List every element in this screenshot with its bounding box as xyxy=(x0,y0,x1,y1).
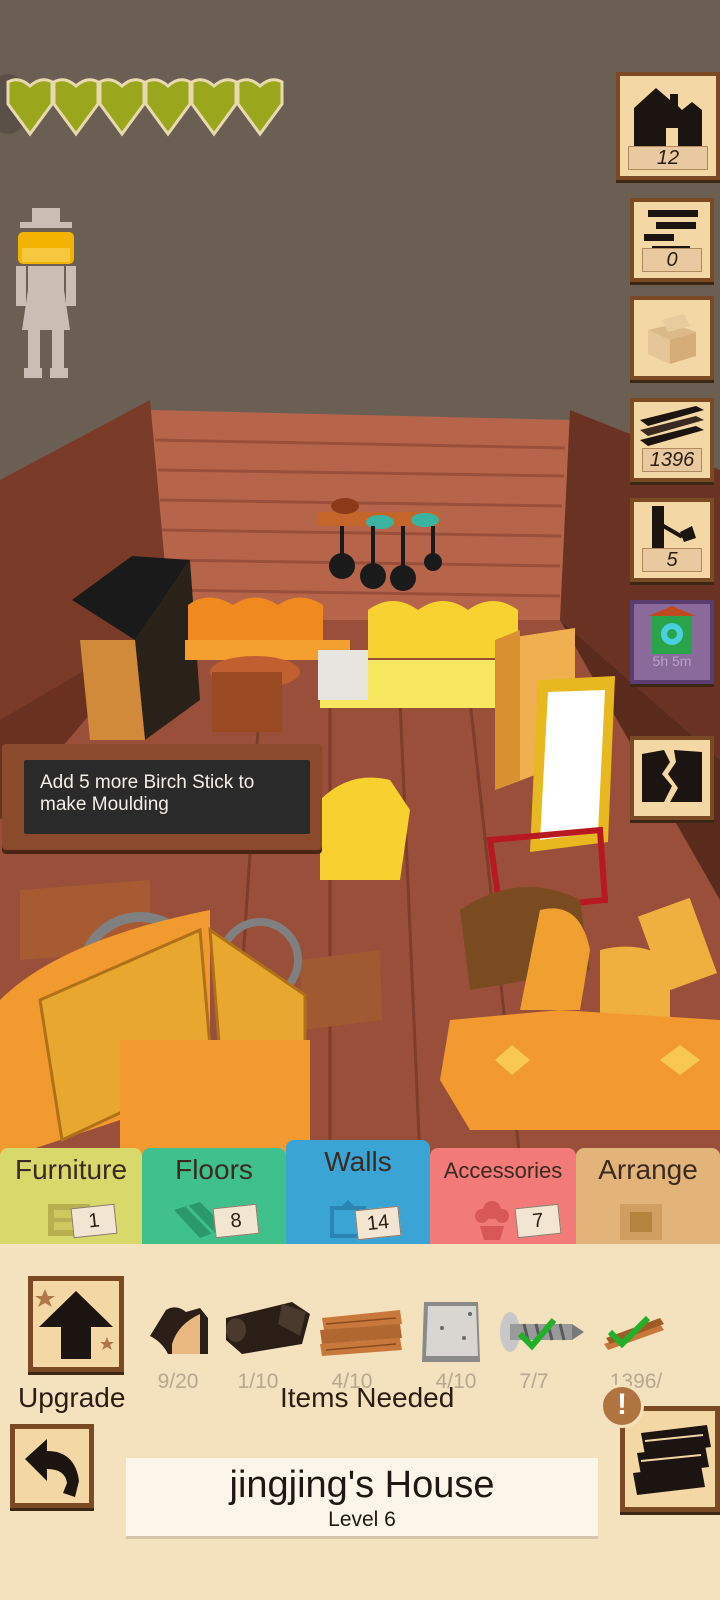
upgrade-button[interactable] xyxy=(28,1276,124,1372)
flower-pot-icon xyxy=(475,1201,509,1240)
tab-accessories[interactable]: Accessories 7 xyxy=(430,1148,576,1248)
tab-walls-label: Walls xyxy=(324,1146,392,1177)
heart-icon xyxy=(98,78,146,137)
map-button[interactable] xyxy=(630,736,714,820)
requirement-amount: 9/20 xyxy=(157,1370,199,1393)
tab-arrange-label: Arrange xyxy=(598,1154,698,1185)
house-banner: jingjing's House Level 6 xyxy=(126,1458,598,1536)
house-icon xyxy=(634,88,702,146)
axe-count: 5 xyxy=(642,548,702,572)
sticks-count: 0 xyxy=(642,248,702,272)
house-count: 12 xyxy=(628,146,708,170)
category-tabs: Furniture 1 Floors 8 Walls 14 Accessorie… xyxy=(0,1140,720,1250)
upgrade-label: Upgrade xyxy=(18,1382,126,1413)
heart-icon xyxy=(52,78,100,137)
heart-icon xyxy=(190,78,238,137)
tab-furniture-count: 1 xyxy=(70,1203,118,1239)
requirement-moulding: 9/20 xyxy=(142,1284,214,1404)
tab-floors[interactable]: Floors 8 xyxy=(142,1148,286,1248)
house-name: jingjing's House xyxy=(229,1464,495,1506)
screw-icon xyxy=(500,1312,584,1352)
planks-icon xyxy=(604,1315,664,1350)
crack-map-icon xyxy=(642,750,702,802)
heart-icon xyxy=(236,78,284,137)
tab-accessories-count: 7 xyxy=(514,1203,562,1239)
moulding-icon xyxy=(150,1307,208,1354)
sticks-button[interactable]: 0 xyxy=(630,198,714,282)
tab-floors-count: 8 xyxy=(212,1203,260,1239)
houses-button[interactable]: 12 xyxy=(616,72,720,180)
planks-button[interactable]: 1396 xyxy=(630,398,714,482)
house-level: Level 6 xyxy=(328,1508,396,1531)
reward-chest-button[interactable]: 5h 5m xyxy=(630,600,714,684)
chest-timer: 5h 5m xyxy=(652,653,692,669)
heart-icon xyxy=(6,78,54,137)
tab-furniture[interactable]: Furniture 1 xyxy=(0,1148,142,1248)
tab-accessories-label: Accessories xyxy=(443,1158,563,1183)
metal-plate-icon xyxy=(422,1302,480,1362)
crate-icon xyxy=(648,314,696,364)
back-arrow-icon xyxy=(25,1439,79,1497)
requirement-screw: 7/7 xyxy=(498,1284,584,1404)
tab-walls[interactable]: Walls 14 xyxy=(286,1140,430,1248)
back-button[interactable] xyxy=(10,1424,94,1508)
heart-icon xyxy=(144,78,192,137)
hint-chalkboard: Add 5 more Birch Stick to make Moulding xyxy=(2,744,322,850)
wood-stack-icon xyxy=(320,1310,402,1356)
planks-count: 1396 xyxy=(642,448,702,472)
player-silhouette xyxy=(16,208,76,378)
arrange-icon xyxy=(620,1204,662,1240)
upgrade-panel: Upgrade 9/20 1/10 4/10 4/10 7/7 1396/ It… xyxy=(0,1244,720,1600)
chalkboard-surface: Add 5 more Birch Stick to make Moulding xyxy=(24,760,310,834)
game-scene[interactable]: 12 0 1396 5 5h 5m Add 5 more Birch Stick… xyxy=(0,0,720,1160)
arrow-up-icon xyxy=(35,1289,114,1359)
tab-floors-label: Floors xyxy=(175,1154,253,1185)
items-needed-label: Items Needed xyxy=(280,1382,455,1413)
axe-button[interactable]: 5 xyxy=(630,498,714,582)
blueprint-stack-icon xyxy=(633,1425,711,1495)
tab-walls-count: 14 xyxy=(354,1205,402,1241)
crate-button[interactable] xyxy=(630,296,714,380)
alert-badge: ! xyxy=(600,1384,644,1428)
tab-furniture-label: Furniture xyxy=(14,1154,128,1185)
hint-message: Add 5 more Birch Stick to make Moulding xyxy=(40,772,255,815)
room-illustration xyxy=(0,400,720,1160)
health-bar xyxy=(6,78,284,137)
tab-arrange[interactable]: Arrange xyxy=(576,1148,720,1248)
log-icon xyxy=(226,1302,310,1354)
requirement-amount: 7/7 xyxy=(519,1370,549,1393)
